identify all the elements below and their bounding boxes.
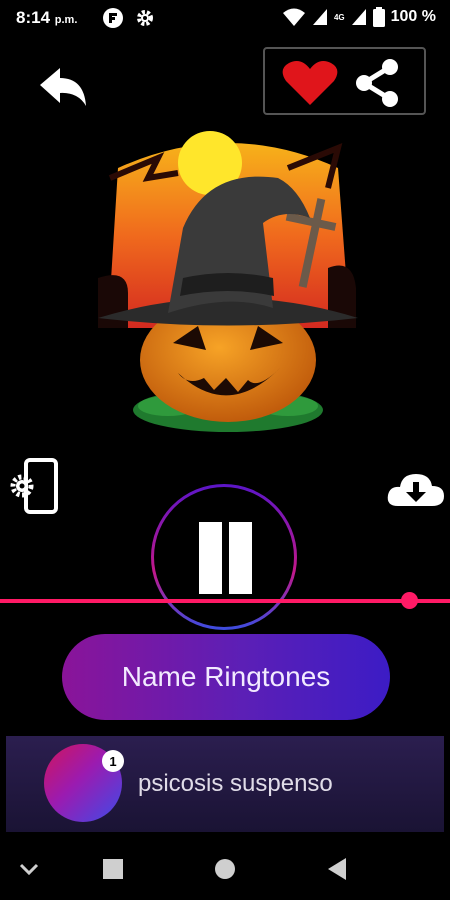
nav-collapse-button[interactable] [12, 854, 46, 884]
square-icon [103, 859, 123, 879]
network-type: 4G [333, 12, 345, 22]
circle-icon [215, 859, 235, 879]
nav-home-button[interactable] [208, 854, 242, 884]
pause-bar-left [199, 522, 222, 594]
pause-bar-right [229, 522, 252, 594]
favorite-button[interactable] [281, 59, 339, 107]
phone-settings-button[interactable] [8, 456, 60, 516]
seek-bar-thumb[interactable] [401, 592, 418, 609]
status-clock: 8:14 [16, 8, 51, 27]
signal-icon [312, 9, 327, 25]
status-notification-icons [103, 8, 155, 28]
ringtone-artwork [88, 128, 368, 448]
back-arrow-icon [40, 68, 86, 106]
now-playing-title: psicosis suspenso [138, 770, 333, 797]
play-pause-button[interactable] [151, 484, 297, 630]
pumpkin-witch-illustration [98, 131, 358, 432]
seek-bar-track[interactable] [0, 599, 450, 603]
settings-gear-icon [137, 10, 153, 26]
status-bar: 8:14 p.m. 4G 100 % [0, 0, 450, 36]
share-icon [356, 59, 398, 107]
cloud-download-icon [387, 474, 444, 506]
nav-back-button[interactable] [320, 854, 354, 884]
status-time: 8:14 p.m. [16, 8, 77, 28]
now-playing-bar[interactable]: 1 psicosis suspenso [6, 736, 444, 832]
status-ampm: p.m. [54, 14, 78, 26]
action-box [263, 47, 426, 115]
triangle-back-icon [328, 858, 346, 880]
now-playing-badge: 1 [102, 750, 124, 772]
chevron-down-icon [19, 863, 39, 876]
system-nav-bar [0, 836, 450, 900]
wifi-icon [282, 8, 305, 26]
signal-icon-2 [351, 9, 366, 25]
back-button[interactable] [38, 66, 90, 110]
battery-icon [372, 7, 385, 27]
status-system-icons: 4G 100 % [282, 7, 436, 27]
nav-recents-button[interactable] [96, 854, 130, 884]
battery-percent: 100 % [390, 8, 436, 25]
download-button[interactable] [386, 470, 446, 510]
heart-icon [282, 61, 338, 105]
phone-settings-icon [10, 458, 58, 514]
flipboard-icon [103, 8, 123, 28]
name-ringtones-button[interactable]: Name Ringtones [62, 634, 390, 720]
share-button[interactable] [351, 57, 403, 109]
